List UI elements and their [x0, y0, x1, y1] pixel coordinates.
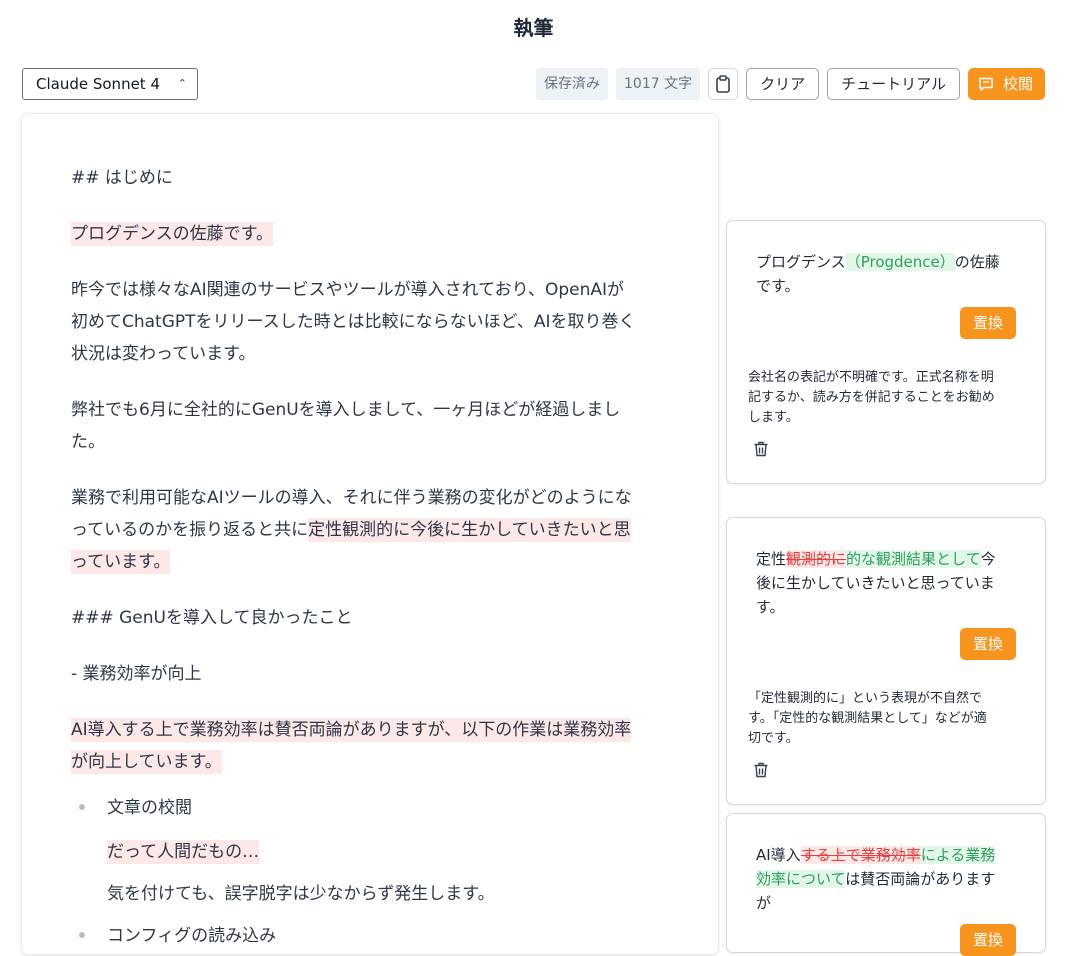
unchanged-text: の佐藤 [954, 253, 1000, 271]
inserted-text: 効率について [756, 870, 846, 888]
model-select[interactable]: Claude Sonnet 4 ⌃ [22, 68, 198, 100]
description-line: 会社名の表記が不明確です。正式名称を明 [748, 370, 994, 385]
highlighted-text[interactable]: 定性観測的に今後に生かしていきたいと思 [308, 518, 631, 542]
unchanged-text: AI導入 [756, 846, 801, 864]
description-line: します。 [748, 410, 799, 425]
inserted-text: （Progdence） [845, 253, 955, 271]
deleted-text: する上で業務効率 [800, 846, 921, 864]
suggestion-text: AI導入する上で業務効率による業務 効率については賛否両論があります が [756, 843, 1018, 915]
highlighted-text[interactable]: っています。 [71, 550, 171, 574]
proofread-label: 校閲 [1002, 75, 1033, 93]
paragraph-line: 弊社でも6月に全社的にGenUを導入しまして、一ヶ月ほどが経過しまし [71, 400, 621, 420]
trash-icon[interactable] [752, 440, 770, 458]
description-line: 「定性観測的に」という表現が不自然で [748, 691, 983, 706]
inserted-text: 的な観測結果として [846, 550, 981, 568]
char-count-badge: 1017 文字 [616, 68, 701, 100]
model-select-label: Claude Sonnet 4 [36, 75, 160, 93]
paragraph-line: 昨今では様々なAI関連のサービスやツールが導入されており、OpenAIが [71, 280, 624, 300]
unchanged-text: が [756, 894, 772, 912]
suggestion-text: 定性観測的に的な観測結果として今 後に生かしていきたいと思っていま す。 [756, 547, 1018, 619]
toolbar: Claude Sonnet 4 ⌃ 保存済み 1017 文字 クリア チュートリ… [22, 68, 1045, 100]
highlighted-text[interactable]: だって人間だもの… [107, 840, 260, 864]
deleted-text: 観測的に [786, 550, 847, 568]
saved-status-badge: 保存済み [536, 68, 609, 100]
paragraph-line: た。 [71, 432, 105, 452]
description-line: 記するか、読み方を併記することをお勧め [748, 390, 995, 405]
unchanged-text: です。 [756, 277, 800, 295]
copy-button[interactable] [708, 68, 739, 100]
clipboard-icon [716, 75, 730, 93]
list-item: - 業務効率が向上 [71, 664, 202, 684]
page-title: 執筆 [513, 16, 554, 40]
bullet-dot [79, 932, 85, 938]
paragraph-line: 初めてChatGPTをリリースした時とは比較にならないほど、AIを取り巻く [71, 312, 636, 332]
tutorial-button[interactable]: チュートリアル [827, 68, 960, 100]
paragraph-line: っているのかを振り返ると共に定性観測的に今後に生かしていきたいと思 [71, 514, 631, 546]
comment-icon [979, 77, 993, 91]
highlighted-text[interactable]: 以下の作業は業務効率 [461, 718, 632, 742]
suggestion-card: AI導入する上で業務効率による業務 効率については賛否両論があります が 置換 [726, 813, 1046, 956]
paragraph-line: 状況は変わっています。 [71, 344, 256, 364]
heading-genu: ### GenUを導入して良かったこと [71, 608, 353, 628]
suggestion-text: プログデンス（Progdence）の佐藤 です。 [756, 250, 1018, 298]
bullet-subtext: 気を付けても、誤字脱字は少なからず発生します。 [107, 884, 495, 904]
unchanged-text: す [980, 870, 996, 888]
description-line: す。「定性的な観測結果として」などが適 [748, 711, 987, 726]
editor-panel[interactable]: ## はじめに プログデンスの佐藤です。 昨今では様々なAI関連のサービスやツー… [22, 114, 718, 954]
suggestion-card: プログデンス（Progdence）の佐藤 です。 置換 会社名の表記が不明確です… [726, 220, 1046, 484]
heading-intro: ## はじめに [71, 168, 173, 188]
replace-button[interactable]: 置換 [960, 924, 1016, 956]
unchanged-text: 今 [980, 550, 996, 568]
suggestion-description: 「定性観測的に」という表現が不自然で す。「定性的な観測結果として」などが適 切… [748, 689, 1022, 749]
paragraph-line: 業務で利用可能なAIツールの導入、それに伴う業務の変化がどのようにな [71, 488, 632, 508]
replace-button[interactable]: 置換 [960, 307, 1016, 339]
description-line: 切です。 [748, 731, 799, 746]
plain-text: っているのかを振り返ると共に [71, 520, 309, 540]
bullet-item: コンフィグの読み込み [107, 926, 277, 946]
chevron-up-down-icon: ⌃ [177, 77, 187, 90]
unchanged-text: プログデンス [756, 253, 846, 271]
trash-icon[interactable] [752, 761, 770, 779]
replace-button[interactable]: 置換 [960, 628, 1016, 660]
paragraph-line: AI導入する上で業務効率は賛否両論がありますが、以下の作業は業務効率 [71, 714, 632, 746]
bullet-dot [79, 804, 85, 810]
suggestion-description: 会社名の表記が不明確です。正式名称を明 記するか、読み方を併記することをお勧め … [748, 368, 1022, 428]
unchanged-text: は賛否両論がありま [845, 870, 981, 888]
unchanged-text: 定性 [756, 550, 787, 568]
highlighted-text[interactable]: が向上しています。 [71, 750, 222, 774]
highlighted-text[interactable]: プログデンスの佐藤です。 [71, 222, 273, 246]
proofread-button[interactable]: 校閲 [967, 68, 1045, 100]
inserted-text: による業務 [920, 846, 996, 864]
highlighted-text[interactable]: AI導入する上で業務効率は賛否両論がありますが、 [71, 718, 462, 742]
bullet-item: 文章の校閲 [107, 798, 192, 818]
suggestion-card: 定性観測的に的な観測結果として今 後に生かしていきたいと思っていま す。 置換 … [726, 517, 1046, 805]
clear-button[interactable]: クリア [746, 68, 820, 100]
unchanged-text: 後に生かしていきたいと思っていま [756, 574, 995, 592]
unchanged-text: す。 [756, 598, 785, 616]
